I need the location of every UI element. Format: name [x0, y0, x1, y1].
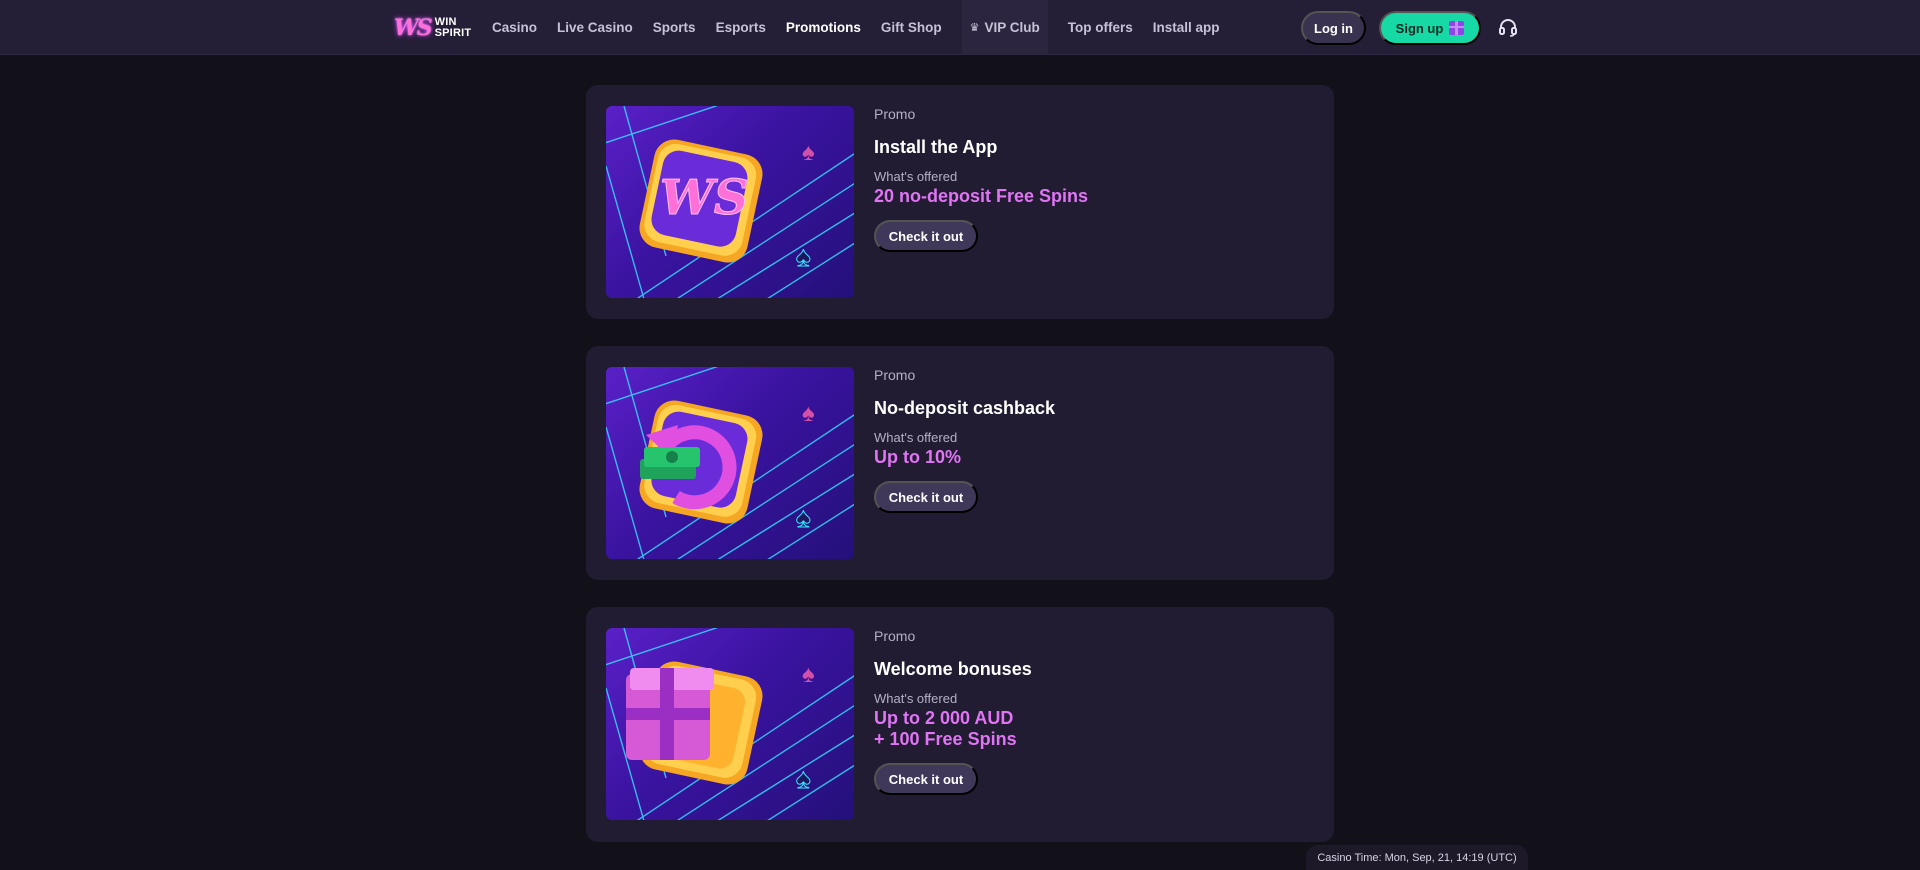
headset-icon[interactable] [1498, 17, 1518, 37]
svg-text:♠: ♠ [796, 502, 811, 533]
nav-vip-club[interactable]: ♛ VIP Club [961, 0, 1048, 55]
gift-box-icon: ♠ ♠ [606, 628, 854, 820]
site-logo[interactable]: WS WIN SPIRIT [394, 10, 471, 46]
promo-card: ♠ ♠ Promo Welcome bonuses What's offered… [586, 607, 1334, 842]
svg-text:♠: ♠ [802, 139, 815, 166]
promo-type: Promo [874, 367, 916, 383]
main-nav: Casino Live Casino Sports Esports Promot… [482, 0, 1230, 55]
promo-offer-line2: + 100 Free Spins [874, 729, 1017, 749]
signup-label: Sign up [1395, 20, 1444, 36]
logo-text: WIN SPIRIT [435, 17, 472, 39]
check-it-out-button[interactable]: Check it out [874, 220, 978, 252]
top-header: WS WIN SPIRIT Casino Live Casino Sports … [0, 0, 1920, 55]
nav-promotions[interactable]: Promotions [776, 0, 871, 55]
promo-offered-label: What's offered [874, 169, 958, 184]
promo-offered-label: What's offered [874, 691, 958, 706]
svg-text:♠: ♠ [796, 241, 811, 272]
nav-casino[interactable]: Casino [482, 0, 547, 55]
promo-image: ♠ ♠ [606, 628, 854, 820]
crown-icon: ♛ [969, 22, 980, 34]
check-it-out-button[interactable]: Check it out [874, 481, 978, 513]
promo-offered-label: What's offered [874, 430, 958, 445]
promo-info: Promo No-deposit cashback What's offered… [874, 367, 1294, 513]
check-it-out-button[interactable]: Check it out [874, 763, 978, 795]
nav-live-casino[interactable]: Live Casino [547, 0, 643, 55]
promo-info: Promo Welcome bonuses What's offered Up … [874, 628, 1294, 795]
nav-esports[interactable]: Esports [706, 0, 776, 55]
nav-top-offers[interactable]: Top offers [1058, 0, 1143, 55]
promo-image: WS ♠ ♠ [606, 106, 854, 298]
promo-offer: Up to 2 000 AUD [874, 708, 1014, 728]
svg-text:♠: ♠ [802, 400, 815, 427]
ws-logo-icon: WS ♠ ♠ [606, 106, 854, 298]
promo-card: ♠ ♠ Promo No-deposit cashback What's off… [586, 346, 1334, 580]
promo-title: Welcome bonuses [874, 659, 1032, 679]
gift-icon [1449, 21, 1465, 35]
svg-text:♠: ♠ [796, 763, 811, 794]
logo-mark: WS [394, 15, 433, 41]
promo-offer: 20 no-deposit Free Spins [874, 186, 1089, 206]
logo-text-line2: SPIRIT [434, 27, 472, 39]
promo-list: WS ♠ ♠ Promo Install the App What's offe… [586, 85, 1334, 869]
login-button[interactable]: Log in [1301, 11, 1366, 45]
casino-time-badge: Casino Time: Mon, Sep, 21, 14:19 (UTC) [1306, 845, 1528, 870]
promo-type: Promo [874, 106, 916, 122]
svg-text:♠: ♠ [802, 661, 815, 688]
promo-card: WS ♠ ♠ Promo Install the App What's offe… [586, 85, 1334, 319]
promo-offer: Up to 10% [874, 447, 962, 467]
nav-gift-shop[interactable]: Gift Shop [871, 0, 952, 55]
nav-sports[interactable]: Sports [643, 0, 706, 55]
signup-button[interactable]: Sign up [1379, 11, 1481, 45]
cashback-icon: ♠ ♠ [606, 367, 854, 559]
nav-vip-club-label: VIP Club [984, 20, 1040, 35]
promo-image: ♠ ♠ [606, 367, 854, 559]
promo-title: No-deposit cashback [874, 398, 1056, 418]
svg-text:WS: WS [660, 170, 749, 226]
nav-install-app[interactable]: Install app [1143, 0, 1230, 55]
promo-info: Promo Install the App What's offered 20 … [874, 106, 1294, 252]
promo-title: Install the App [874, 137, 998, 157]
promo-type: Promo [874, 628, 916, 644]
